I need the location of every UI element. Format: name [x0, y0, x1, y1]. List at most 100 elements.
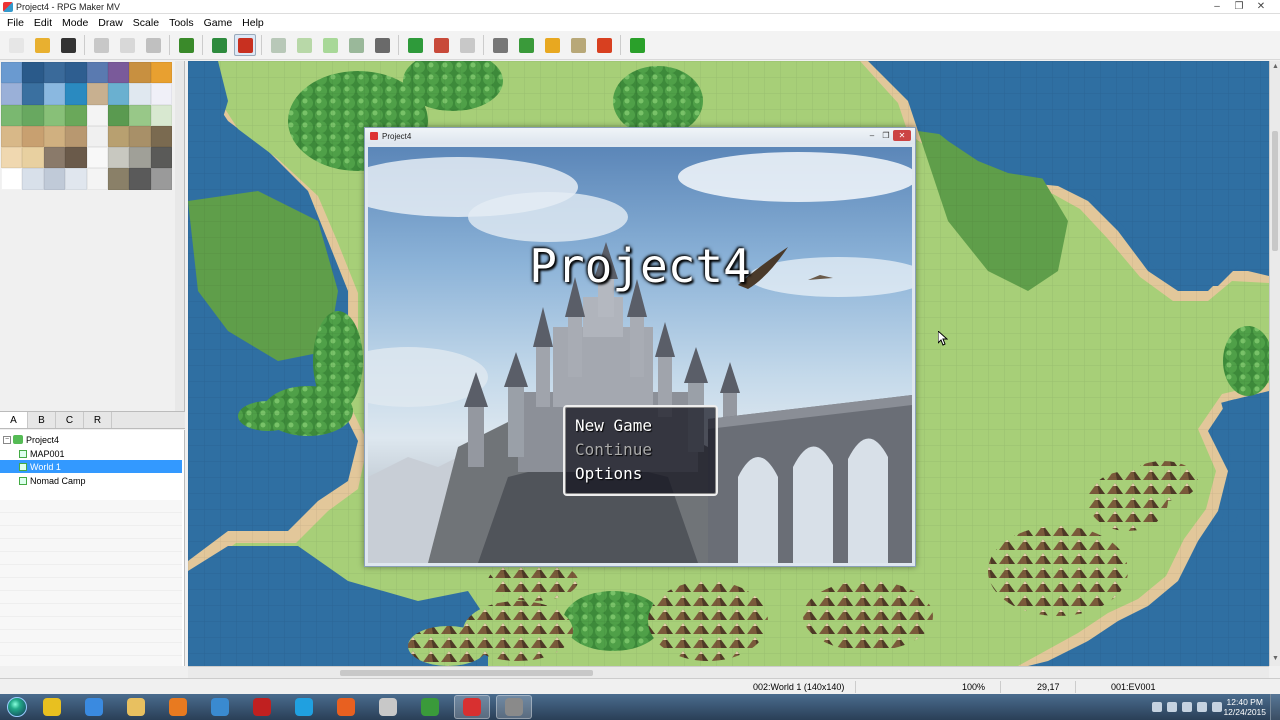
tray-monitor-icon[interactable]	[1212, 702, 1222, 712]
start-button[interactable]	[0, 694, 34, 720]
tile[interactable]	[86, 83, 108, 105]
tile[interactable]	[150, 104, 173, 126]
tile[interactable]	[129, 147, 151, 169]
playtest-window[interactable]: Project4 – ❐ ✕ Project4 New Game Continu…	[364, 127, 916, 567]
options-option[interactable]: Options	[575, 463, 642, 485]
tile[interactable]	[22, 104, 44, 126]
menu-scale[interactable]: Scale	[128, 17, 164, 29]
clock[interactable]: 12:40 PM 12/24/2015	[1223, 697, 1266, 717]
event-searcher-button[interactable]	[567, 34, 589, 56]
taskbar-app[interactable]	[370, 695, 406, 719]
tile[interactable]	[43, 83, 66, 105]
tile[interactable]	[86, 62, 108, 84]
taskbar-game[interactable]	[496, 695, 532, 719]
map-mode-button[interactable]	[208, 34, 230, 56]
horizontal-scrollbar[interactable]	[188, 666, 1269, 678]
tab-b[interactable]: B	[28, 412, 56, 428]
tile[interactable]	[86, 168, 108, 190]
zoom-in-button[interactable]	[404, 34, 426, 56]
tab-a[interactable]: A	[0, 412, 28, 428]
taskbar-ccleaner[interactable]	[202, 695, 238, 719]
taskbar-media-player[interactable]	[160, 695, 196, 719]
tile[interactable]	[65, 147, 87, 169]
tree-item-world-1[interactable]: World 1	[0, 460, 182, 473]
tile[interactable]	[129, 168, 151, 190]
tile[interactable]	[65, 168, 87, 190]
show-desktop-button[interactable]	[1270, 694, 1280, 720]
menu-file[interactable]: File	[2, 17, 29, 29]
taskbar-record[interactable]	[244, 695, 280, 719]
tray-arrow-icon[interactable]	[1152, 702, 1162, 712]
undo-button[interactable]	[175, 34, 197, 56]
tile[interactable]	[107, 62, 130, 84]
playtest-close-button[interactable]: ✕	[893, 130, 911, 141]
vertical-scroll-thumb[interactable]	[1272, 131, 1278, 251]
maximize-button[interactable]: ❐	[1228, 0, 1250, 12]
tile[interactable]	[43, 147, 66, 169]
menu-tools[interactable]: Tools	[164, 17, 199, 29]
zoom-out-button[interactable]	[430, 34, 452, 56]
tile[interactable]	[129, 104, 151, 126]
continue-option[interactable]: Continue	[575, 439, 652, 461]
tileset-grid[interactable]	[1, 62, 173, 190]
playtest-maximize-button[interactable]: ❐	[879, 130, 893, 141]
open-folder-button[interactable]	[31, 34, 53, 56]
new-game-option[interactable]: New Game	[570, 415, 714, 439]
menu-draw[interactable]: Draw	[93, 17, 128, 29]
tree-item-project[interactable]: − Project4	[3, 433, 185, 446]
close-button[interactable]: ✕	[1250, 0, 1272, 12]
tile[interactable]	[1, 147, 23, 169]
copy-button[interactable]	[116, 34, 138, 56]
tile[interactable]	[65, 125, 87, 148]
tile[interactable]	[86, 125, 108, 148]
tile[interactable]	[86, 147, 108, 169]
vertical-scrollbar[interactable]: ▲ ▼	[1269, 61, 1280, 666]
tile[interactable]	[107, 147, 130, 169]
save-button[interactable]	[57, 34, 79, 56]
tree-item-nomad-camp[interactable]: Nomad Camp	[0, 474, 182, 487]
playtest-button[interactable]	[626, 34, 648, 56]
minimize-button[interactable]: –	[1206, 0, 1228, 12]
paste-button[interactable]	[142, 34, 164, 56]
tray-volume-icon[interactable]	[1197, 702, 1207, 712]
tile[interactable]	[150, 147, 173, 169]
menu-game[interactable]: Game	[199, 17, 238, 29]
tile[interactable]	[150, 62, 173, 84]
scroll-up-icon[interactable]: ▲	[1271, 63, 1280, 72]
tile[interactable]	[43, 104, 66, 126]
tree-item-map001[interactable]: MAP001	[0, 447, 182, 460]
tile[interactable]	[107, 125, 130, 148]
tile[interactable]	[65, 83, 87, 105]
tile[interactable]	[22, 83, 44, 105]
playtest-title-bar[interactable]: Project4 – ❐ ✕	[365, 128, 915, 144]
game-screen[interactable]: Project4 New Game Continue Options	[368, 147, 912, 563]
shadow-pen-button[interactable]	[371, 34, 393, 56]
ellipse-button[interactable]	[319, 34, 341, 56]
tile[interactable]	[22, 125, 44, 148]
collapse-icon[interactable]: −	[3, 435, 11, 444]
fill-button[interactable]	[345, 34, 367, 56]
rectangle-button[interactable]	[293, 34, 315, 56]
new-project-button[interactable]	[5, 34, 27, 56]
plugin-manager-button[interactable]	[515, 34, 537, 56]
menu-mode[interactable]: Mode	[57, 17, 93, 29]
horizontal-scroll-thumb[interactable]	[340, 670, 593, 676]
tile[interactable]	[150, 168, 173, 190]
scroll-down-icon[interactable]: ▼	[1271, 655, 1280, 664]
taskbar-chrome[interactable]	[34, 695, 70, 719]
tile[interactable]	[107, 104, 130, 126]
tile[interactable]	[43, 62, 66, 84]
tile[interactable]	[65, 62, 87, 84]
taskbar-internet-explorer[interactable]	[76, 695, 112, 719]
event-mode-button[interactable]	[234, 34, 256, 56]
palette-scrollbar[interactable]	[175, 61, 184, 411]
tile[interactable]	[22, 62, 44, 84]
tile[interactable]	[1, 83, 23, 105]
tile[interactable]	[107, 168, 130, 190]
taskbar-file-explorer[interactable]	[118, 695, 154, 719]
tile[interactable]	[65, 104, 87, 126]
taskbar-firefox[interactable]	[328, 695, 364, 719]
playtest-minimize-button[interactable]: –	[865, 130, 879, 141]
tray-network-icon[interactable]	[1182, 702, 1192, 712]
tray-flag-icon[interactable]	[1167, 702, 1177, 712]
